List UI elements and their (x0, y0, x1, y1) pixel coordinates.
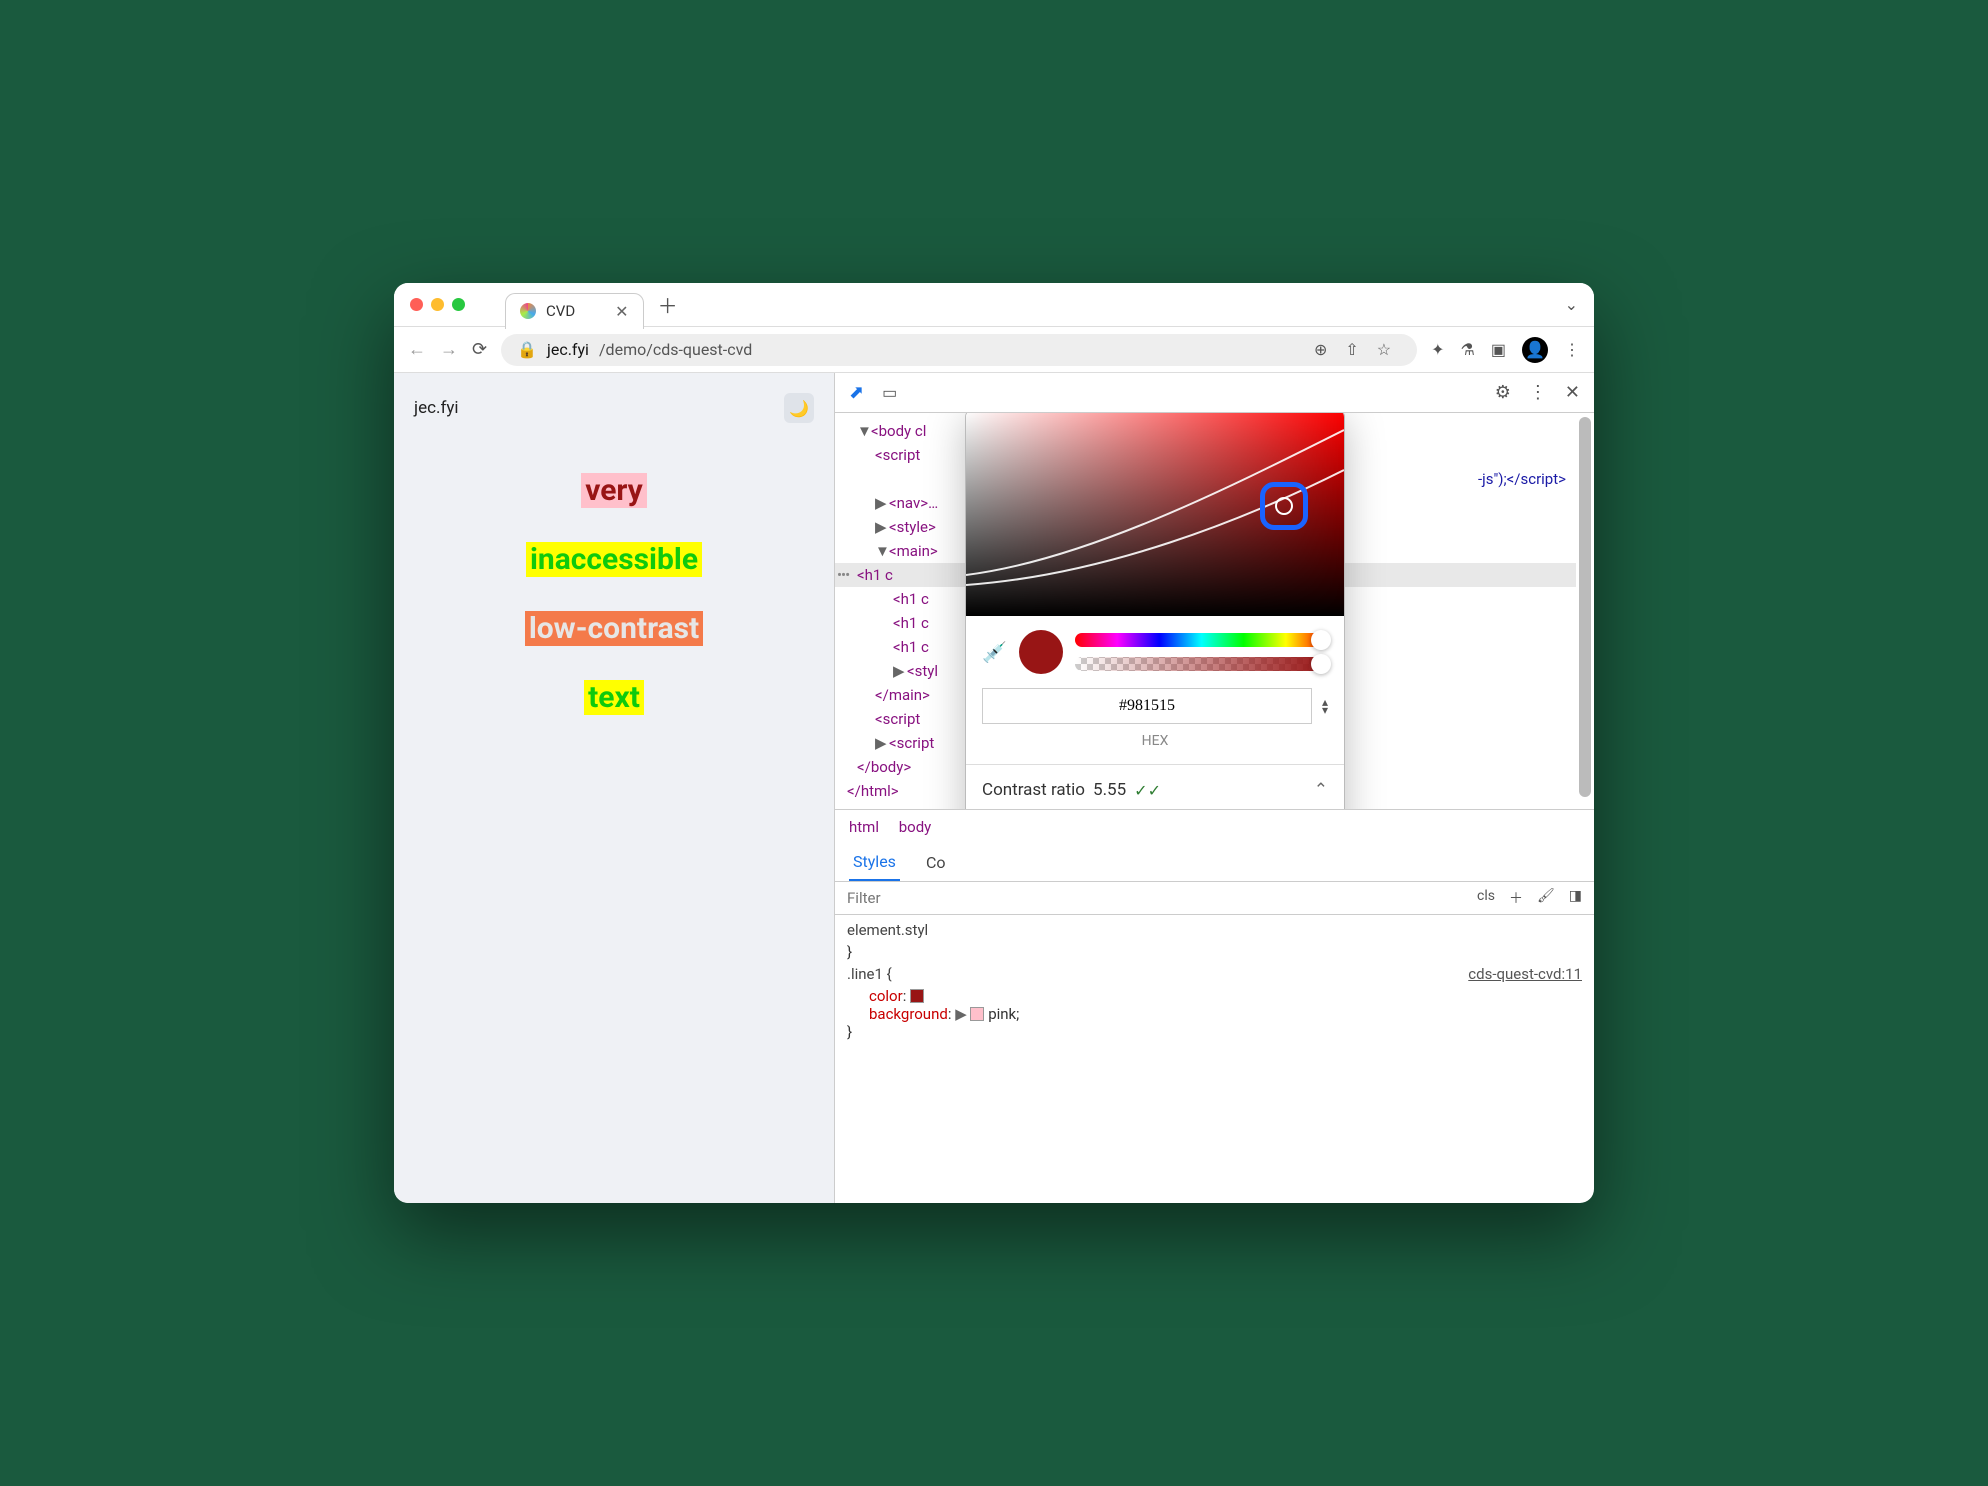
demo-line-4: text (584, 680, 644, 715)
cls-toggle[interactable]: cls (1477, 888, 1495, 908)
labs-icon[interactable]: ⚗ (1461, 340, 1475, 359)
favicon-icon (520, 303, 536, 319)
profile-avatar[interactable]: 👤 (1522, 337, 1548, 363)
settings-icon[interactable]: ⚙ (1495, 382, 1511, 403)
chevron-up-icon[interactable]: ⌃ (1314, 777, 1328, 804)
forward-button[interactable]: → (440, 339, 458, 360)
browser-window: CVD ✕ ＋ ⌄ ← → ⟳ 🔒 jec.fyi /demo/cds-ques… (394, 283, 1594, 1203)
lock-icon: 🔒 (517, 340, 537, 359)
tab-title: CVD (546, 302, 575, 320)
inspect-element-icon[interactable]: ⬈ (849, 382, 864, 403)
star-icon[interactable]: ☆ (1377, 340, 1391, 359)
close-tab-icon[interactable]: ✕ (615, 302, 628, 321)
menu-icon[interactable]: ⋮ (1564, 340, 1580, 359)
url-path: /demo/cds-quest-cvd (599, 340, 752, 359)
url-host: jec.fyi (547, 340, 589, 359)
traffic-lights (410, 298, 465, 311)
alpha-thumb[interactable] (1311, 654, 1331, 674)
demo-line-3: low-contrast (525, 611, 703, 646)
script-snippet: -js");</script> (1478, 470, 1566, 488)
dark-mode-toggle[interactable]: 🌙 (784, 393, 814, 423)
back-button[interactable]: ← (408, 339, 426, 360)
url-bar: ← → ⟳ 🔒 jec.fyi /demo/cds-quest-cvd ⊕ ⇧ … (394, 327, 1594, 373)
color-swatch-icon[interactable] (910, 989, 924, 1003)
moon-icon: 🌙 (789, 399, 809, 418)
styles-pane[interactable]: element.styl } cds-quest-cvd:11 .line1 {… (835, 915, 1594, 1051)
devtools-panel: ⬈ ▭ ⚙ ⋮ ✕ ▼<body cl <script -js");</scri… (834, 373, 1594, 1203)
color-picker-popover: 💉 ▴▾ HEX Contrast ratio (965, 413, 1345, 809)
styles-filter-bar: cls ＋ 🖌 ◨ (835, 882, 1594, 915)
panel-toggle-icon[interactable]: ◨ (1569, 888, 1582, 908)
contrast-label: Contrast ratio (982, 777, 1085, 804)
extensions-icon[interactable]: ✦ (1431, 340, 1444, 359)
demo-line-1: very (581, 473, 647, 508)
minimize-window-button[interactable] (431, 298, 444, 311)
tabs-dropdown-icon[interactable]: ⌄ (1565, 295, 1578, 314)
extension-icons: ✦ ⚗ ▣ 👤 ⋮ (1431, 337, 1580, 363)
tab-computed[interactable]: Co (922, 845, 950, 880)
demo-line-2: inaccessible (526, 542, 702, 577)
contrast-section: Contrast ratio 5.55 ✓✓ ⌃ AA: 3.0 ✓ AAA: … (966, 764, 1344, 809)
spectrum-cursor[interactable] (1260, 482, 1308, 530)
content-area: jec.fyi 🌙 very inaccessible low-contrast… (394, 373, 1594, 1203)
kebab-icon[interactable]: ⋮ (1529, 382, 1547, 403)
maximize-window-button[interactable] (452, 298, 465, 311)
paint-icon[interactable]: 🖌 (1537, 888, 1555, 908)
new-tab-button[interactable]: ＋ (658, 290, 678, 319)
zoom-icon[interactable]: ⊕ (1314, 340, 1327, 359)
breadcrumb[interactable]: html body (835, 809, 1594, 844)
hex-input[interactable] (982, 688, 1312, 724)
devtools-toolbar: ⬈ ▭ ⚙ ⋮ ✕ (835, 373, 1594, 413)
close-devtools-icon[interactable]: ✕ (1565, 382, 1580, 403)
titlebar: CVD ✕ ＋ ⌄ (394, 283, 1594, 327)
rendered-page: jec.fyi 🌙 very inaccessible low-contrast… (394, 373, 834, 1203)
contrast-value: 5.55 (1093, 777, 1126, 804)
elements-dom-tree[interactable]: ▼<body cl <script -js");</script> ▶<nav>… (835, 413, 1594, 809)
styles-tabs: Styles Co (835, 844, 1594, 882)
panel-icon[interactable]: ▣ (1491, 340, 1506, 359)
page-title: jec.fyi (414, 398, 459, 418)
new-style-icon[interactable]: ＋ (1509, 888, 1523, 908)
browser-tab[interactable]: CVD ✕ (505, 293, 644, 329)
share-icon[interactable]: ⇧ (1345, 340, 1358, 359)
omnibox[interactable]: 🔒 jec.fyi /demo/cds-quest-cvd ⊕ ⇧ ☆ (501, 334, 1417, 366)
hex-label: HEX (966, 730, 1344, 764)
hue-slider[interactable] (1075, 633, 1328, 647)
device-toggle-icon[interactable]: ▭ (882, 383, 897, 402)
reload-button[interactable]: ⟳ (472, 339, 487, 360)
tab-styles[interactable]: Styles (849, 844, 900, 881)
current-color-swatch (1019, 630, 1063, 674)
styles-filter-input[interactable] (847, 889, 1465, 907)
check-icon: ✓✓ (1134, 778, 1161, 804)
alpha-slider[interactable] (1075, 657, 1328, 671)
hue-thumb[interactable] (1311, 630, 1331, 650)
style-source-link[interactable]: cds-quest-cvd:11 (1468, 965, 1582, 983)
color-spectrum[interactable] (966, 413, 1344, 616)
format-stepper[interactable]: ▴▾ (1322, 698, 1328, 714)
color-swatch-icon[interactable] (970, 1007, 984, 1021)
close-window-button[interactable] (410, 298, 423, 311)
eyedropper-icon[interactable]: 💉 (982, 636, 1007, 668)
